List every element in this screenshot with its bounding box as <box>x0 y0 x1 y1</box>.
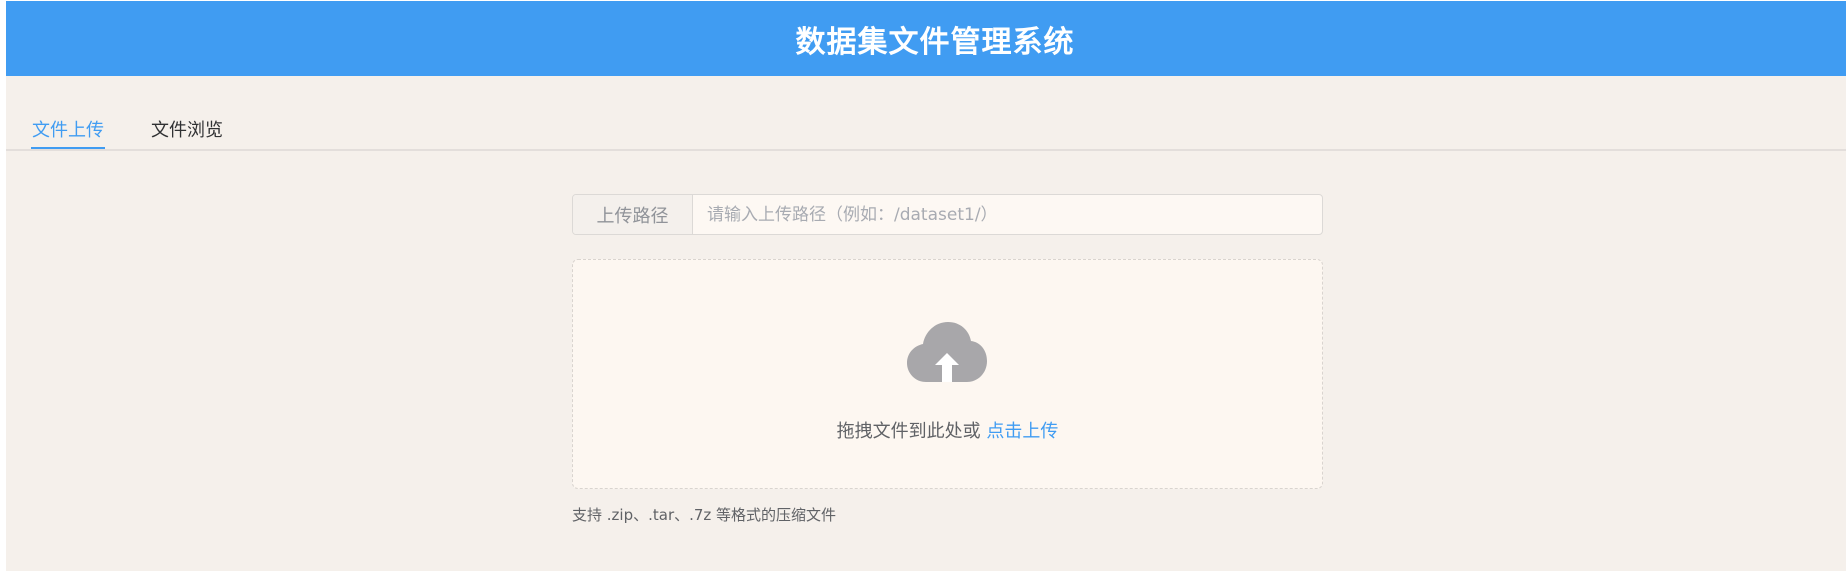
tab-file-browse[interactable]: 文件浏览 <box>151 116 223 149</box>
dropzone-instruction: 拖拽文件到此处或 <box>836 421 987 442</box>
dropzone-text: 拖拽文件到此处或 点击上传 <box>573 417 1322 443</box>
click-upload-link[interactable]: 点击上传 <box>986 421 1058 442</box>
app-header: 数据集文件管理系统 <box>6 1 1846 76</box>
upload-dropzone[interactable]: 拖拽文件到此处或 点击上传 <box>572 259 1323 489</box>
app-container: 数据集文件管理系统 文件上传 文件浏览 上传路径 拖拽文件到此处或 点击上传 支… <box>6 1 1846 571</box>
upload-path-label: 上传路径 <box>573 195 693 234</box>
upload-path-field: 上传路径 <box>572 194 1323 235</box>
app-title: 数据集文件管理系统 <box>795 24 1075 60</box>
tab-bar: 文件上传 文件浏览 <box>6 76 1846 151</box>
tab-file-upload[interactable]: 文件上传 <box>31 116 105 149</box>
upload-format-hint: 支持 .zip、.tar、.7z 等格式的压缩文件 <box>572 506 837 524</box>
cloud-upload-icon <box>907 322 987 382</box>
upload-path-input[interactable] <box>693 195 1322 234</box>
